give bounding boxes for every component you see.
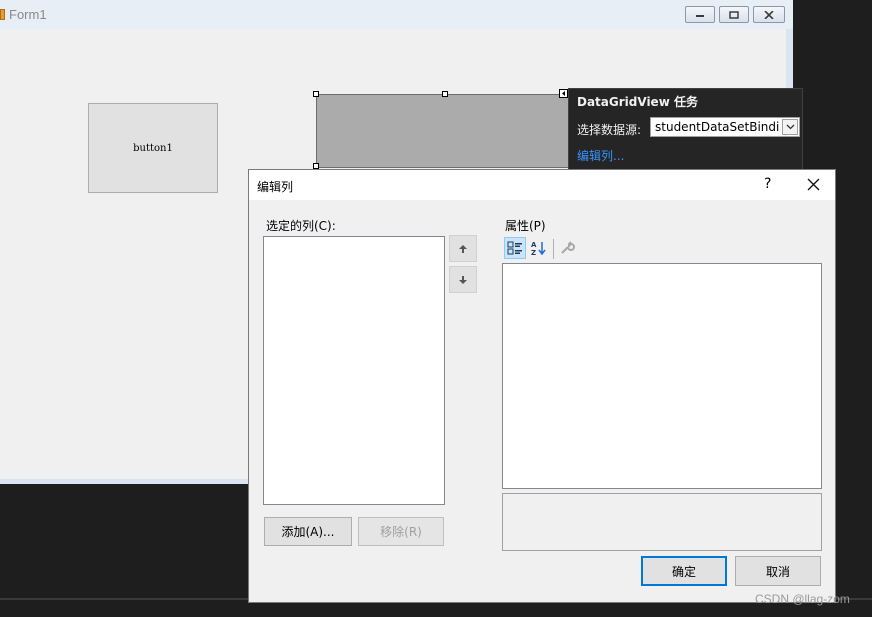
close-button[interactable] (753, 6, 785, 23)
alphabetical-sort-icon: A Z (531, 241, 546, 256)
toolbar-separator (553, 239, 554, 259)
categorized-icon (507, 241, 522, 255)
dialog-titlebar: 编辑列 ? (249, 170, 835, 200)
datagridview-control[interactable] (316, 94, 578, 168)
edit-columns-dialog: 编辑列 ? 选定的列(C): 添加(A)... 移除(R) 属性(P) A Z … (248, 169, 836, 603)
remove-button[interactable]: 移除(R) (358, 517, 444, 546)
properties-label: 属性(P) (505, 219, 546, 233)
selected-columns-list[interactable] (263, 236, 445, 505)
close-icon (807, 178, 820, 191)
close-icon (764, 10, 774, 19)
minimize-button[interactable] (685, 6, 715, 23)
wrench-icon (561, 241, 575, 254)
svg-text:Z: Z (531, 249, 536, 256)
arrow-up-icon (459, 244, 467, 253)
tasks-panel-title: DataGridView 任务 (577, 95, 698, 109)
form-icon (0, 9, 5, 20)
resize-grip[interactable] (313, 91, 319, 97)
dialog-title: 编辑列 (257, 180, 294, 194)
datasource-value: studentDataSetBindi (655, 120, 780, 134)
ok-button[interactable]: 确定 (641, 556, 727, 586)
property-pages-button[interactable] (556, 237, 578, 259)
cancel-button[interactable]: 取消 (735, 556, 821, 586)
categorized-button[interactable] (504, 237, 526, 259)
arrow-down-icon (459, 275, 467, 284)
property-description-pane (502, 493, 822, 551)
form1-titlebar: Form1 (0, 0, 793, 29)
smart-tag-glyph[interactable] (559, 89, 568, 98)
dropdown-button[interactable] (782, 119, 798, 135)
form1-title: Form1 (9, 7, 47, 22)
move-down-button[interactable] (449, 266, 477, 293)
datasource-select[interactable]: studentDataSetBindi (650, 117, 800, 137)
maximize-icon (729, 10, 739, 19)
button1[interactable]: button1 (88, 103, 218, 193)
minimize-icon (696, 14, 704, 17)
datasource-label: 选择数据源: (577, 123, 642, 137)
alphabetical-button[interactable]: A Z (528, 237, 550, 259)
edit-columns-link[interactable]: 编辑列... (577, 147, 624, 164)
svg-text:A: A (531, 241, 537, 249)
maximize-button[interactable] (719, 6, 749, 23)
chevron-down-icon (786, 124, 794, 130)
move-up-button[interactable] (449, 235, 477, 262)
datagridview-tasks-panel: DataGridView 任务 选择数据源: studentDataSetBin… (568, 88, 803, 170)
resize-grip[interactable] (442, 91, 448, 97)
help-button[interactable]: ? (764, 176, 771, 192)
dialog-close-button[interactable] (805, 174, 823, 194)
chevron-left-icon (562, 91, 565, 96)
watermark: CSDN @llag-zom (755, 592, 850, 606)
add-button[interactable]: 添加(A)... (264, 517, 352, 546)
selected-columns-label: 选定的列(C): (266, 219, 336, 233)
property-grid[interactable] (502, 263, 822, 489)
